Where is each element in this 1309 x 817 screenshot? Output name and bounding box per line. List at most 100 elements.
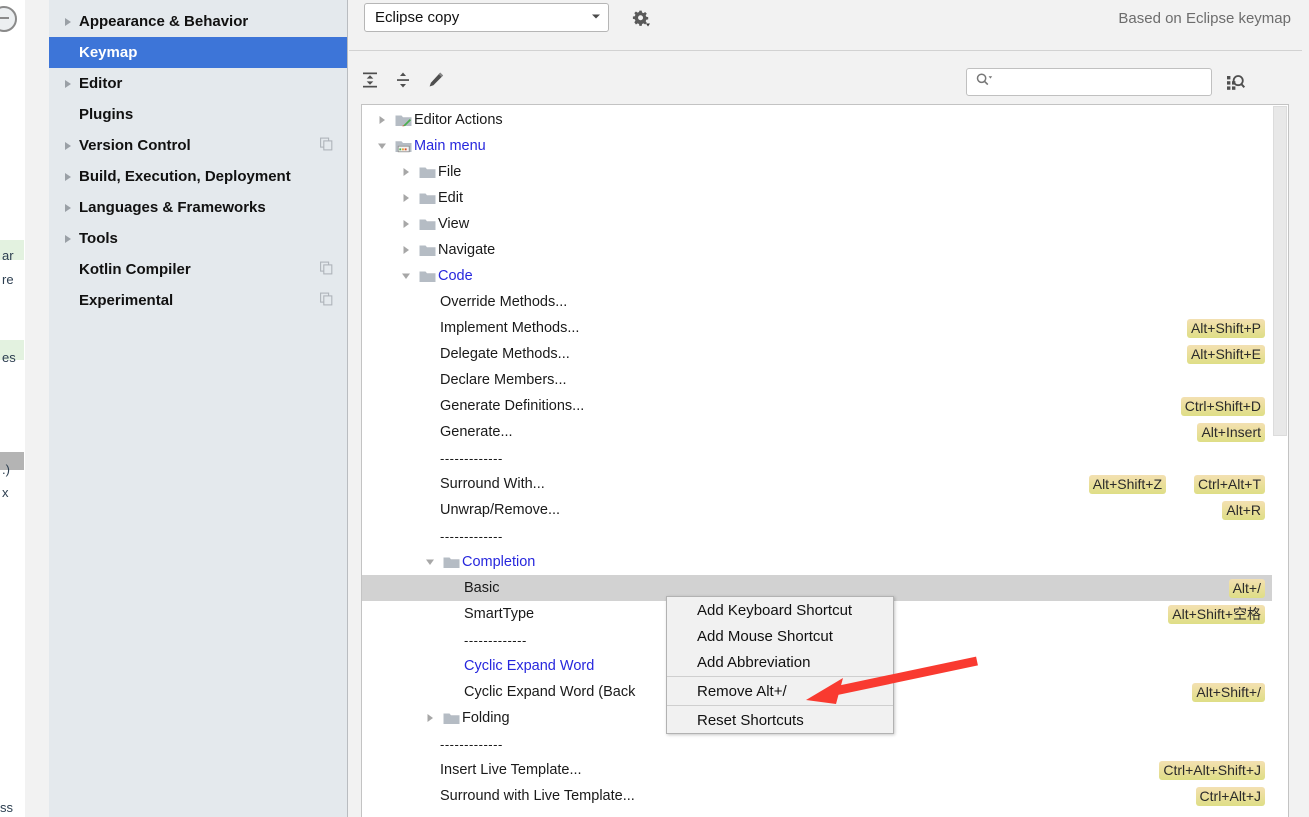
chevron-down-icon[interactable] <box>396 271 416 281</box>
tree-row[interactable]: Completion <box>362 549 1273 575</box>
context-menu-item-reset-shortcuts[interactable]: Reset Shortcuts <box>667 707 893 733</box>
chevron-down-icon[interactable] <box>420 557 440 567</box>
tree-scrollbar-track[interactable] <box>1272 105 1288 817</box>
tree-row[interactable]: Surround With... Ctrl+Alt+T Alt+Shift+Z <box>362 471 1273 497</box>
keymap-select[interactable]: Eclipse copy <box>364 3 609 32</box>
shortcut-badge[interactable]: Alt+Shift+E <box>1186 345 1265 364</box>
sidebar-item-kotlin-compiler[interactable]: Kotlin Compiler <box>49 254 347 285</box>
search-box[interactable] <box>966 68 1212 96</box>
tree-row[interactable]: Main menu <box>362 133 1273 159</box>
sidebar-item-version-control[interactable]: Version Control <box>49 130 347 161</box>
chevron-right-icon[interactable] <box>396 218 416 230</box>
tree-row-label: Delegate Methods... <box>440 346 570 362</box>
shortcut-badge[interactable]: Alt+Shift+Z <box>1088 475 1166 494</box>
expand-all-button[interactable] <box>355 65 385 95</box>
sidebar-item-editor[interactable]: Editor <box>49 68 347 99</box>
shortcut-badge[interactable]: Alt+Insert <box>1197 423 1265 442</box>
tree-row-label: Override Methods... <box>440 294 568 310</box>
folder-icon <box>440 711 462 725</box>
chevron-right-icon[interactable] <box>372 114 392 126</box>
copy-settings-icon[interactable] <box>320 261 333 278</box>
folder-main-menu-icon <box>392 139 414 153</box>
background-text-fragment: ar <box>2 248 14 263</box>
tree-row[interactable]: Unwrap/Remove... Alt+R <box>362 497 1273 523</box>
sidebar-item-languages-frameworks[interactable]: Languages & Frameworks <box>49 192 347 223</box>
context-menu-item-remove-alt[interactable]: Remove Alt+/ <box>667 678 893 704</box>
tree-row[interactable]: Edit <box>362 185 1273 211</box>
sidebar-item-label: Kotlin Compiler <box>79 261 191 278</box>
keymap-toolbar <box>349 56 1302 106</box>
collapse-all-icon <box>397 72 409 88</box>
context-menu-item-add-abbreviation[interactable]: Add Abbreviation <box>667 649 893 675</box>
find-by-shortcut-button[interactable] <box>1223 70 1249 96</box>
tree-scrollbar-thumb[interactable] <box>1273 106 1287 436</box>
tree-row-label: Completion <box>462 554 536 570</box>
shortcut-badge[interactable]: Alt+Shift+空格 <box>1168 605 1265 624</box>
tree-separator-row[interactable]: ------------- <box>362 445 1273 471</box>
tree-row-label: Editor Actions <box>414 112 503 128</box>
shortcut-badge[interactable]: Alt+Shift+P <box>1186 319 1265 338</box>
tree-row-label: Main menu <box>414 138 486 154</box>
sidebar-item-tools[interactable]: Tools <box>49 223 347 254</box>
chevron-right-icon[interactable] <box>396 166 416 178</box>
copy-settings-icon[interactable] <box>320 292 333 309</box>
tree-row-label: ------------- <box>464 632 527 648</box>
sidebar-item-build-execution-deployment[interactable]: Build, Execution, Deployment <box>49 161 347 192</box>
sidebar-item-experimental[interactable]: Experimental <box>49 285 347 316</box>
tree-row[interactable]: Delegate Methods... Alt+Shift+E <box>362 341 1273 367</box>
sidebar-item-plugins[interactable]: Plugins <box>49 99 347 130</box>
chevron-right-icon[interactable] <box>420 712 440 724</box>
tree-row-label: ------------- <box>440 736 503 752</box>
tree-row[interactable]: File <box>362 159 1273 185</box>
context-menu-separator <box>667 705 893 706</box>
tree-row-label: Edit <box>438 190 463 206</box>
collapse-all-button[interactable] <box>388 65 418 95</box>
shortcut-badge[interactable]: Ctrl+Alt+Shift+J <box>1159 761 1265 780</box>
edit-shortcut-button[interactable] <box>421 65 451 95</box>
tree-row[interactable]: Generate Definitions... Ctrl+Shift+D <box>362 393 1273 419</box>
tree-row[interactable]: Navigate <box>362 237 1273 263</box>
tree-row[interactable]: Generate... Alt+Insert <box>362 419 1273 445</box>
background-text-fragment: es <box>2 350 16 365</box>
shortcut-context-menu[interactable]: Add Keyboard Shortcut Add Mouse Shortcut A… <box>666 596 894 734</box>
context-menu-item-add-mouse-shortcut[interactable]: Add Mouse Shortcut <box>667 623 893 649</box>
chevron-right-icon[interactable] <box>396 244 416 256</box>
sidebar-item-label: Version Control <box>79 137 191 154</box>
tree-row-label: Unwrap/Remove... <box>440 502 561 518</box>
sidebar-item-appearance-behavior[interactable]: Appearance & Behavior <box>49 6 347 37</box>
shortcut-badge[interactable]: Alt+/ <box>1228 579 1265 598</box>
context-menu-item-add-keyboard-shortcut[interactable]: Add Keyboard Shortcut <box>667 597 893 623</box>
tree-row-label: Cyclic Expand Word (Back <box>464 684 636 700</box>
copy-settings-icon[interactable] <box>320 137 333 154</box>
tree-separator-row[interactable]: ------------- <box>362 523 1273 549</box>
folder-icon <box>416 217 438 231</box>
tree-row-label: Basic <box>464 580 500 596</box>
tree-row[interactable]: View <box>362 211 1273 237</box>
tree-row[interactable]: Insert Live Template... Ctrl+Alt+Shift+J <box>362 757 1273 783</box>
shortcut-badge[interactable]: Alt+R <box>1222 501 1265 520</box>
tree-row[interactable]: Surround with Live Template... Ctrl+Alt+J <box>362 783 1273 809</box>
background-text-fragment: ss <box>0 800 13 815</box>
chevron-right-icon <box>57 171 79 183</box>
tree-row[interactable]: Override Methods... <box>362 289 1273 315</box>
tree-row[interactable]: Declare Members... <box>362 367 1273 393</box>
tree-row[interactable]: Implement Methods... Alt+Shift+P <box>362 315 1273 341</box>
sidebar-item-keymap[interactable]: Keymap <box>49 37 347 68</box>
tree-row-label: Implement Methods... <box>440 320 580 336</box>
keymap-settings-gear-button[interactable] <box>627 7 655 31</box>
shortcut-badge[interactable]: Alt+Shift+/ <box>1192 683 1265 702</box>
tree-row[interactable]: Editor Actions <box>362 107 1273 133</box>
tree-row[interactable]: Code <box>362 263 1273 289</box>
search-input[interactable] <box>993 69 1211 95</box>
folder-icon <box>416 243 438 257</box>
chevron-down-icon[interactable] <box>372 141 392 151</box>
shortcut-badge[interactable]: Ctrl+Alt+T <box>1193 475 1265 494</box>
shortcut-badge[interactable]: Ctrl+Shift+D <box>1180 397 1265 416</box>
tree-row-label: Folding <box>462 710 510 726</box>
folder-icon <box>416 191 438 205</box>
shortcut-badge[interactable]: Ctrl+Alt+J <box>1195 787 1265 806</box>
chevron-right-icon[interactable] <box>396 192 416 204</box>
folder-icon <box>416 269 438 283</box>
tree-separator-row[interactable]: ------------- <box>362 731 1273 757</box>
tree-row-label: Code <box>438 268 473 284</box>
